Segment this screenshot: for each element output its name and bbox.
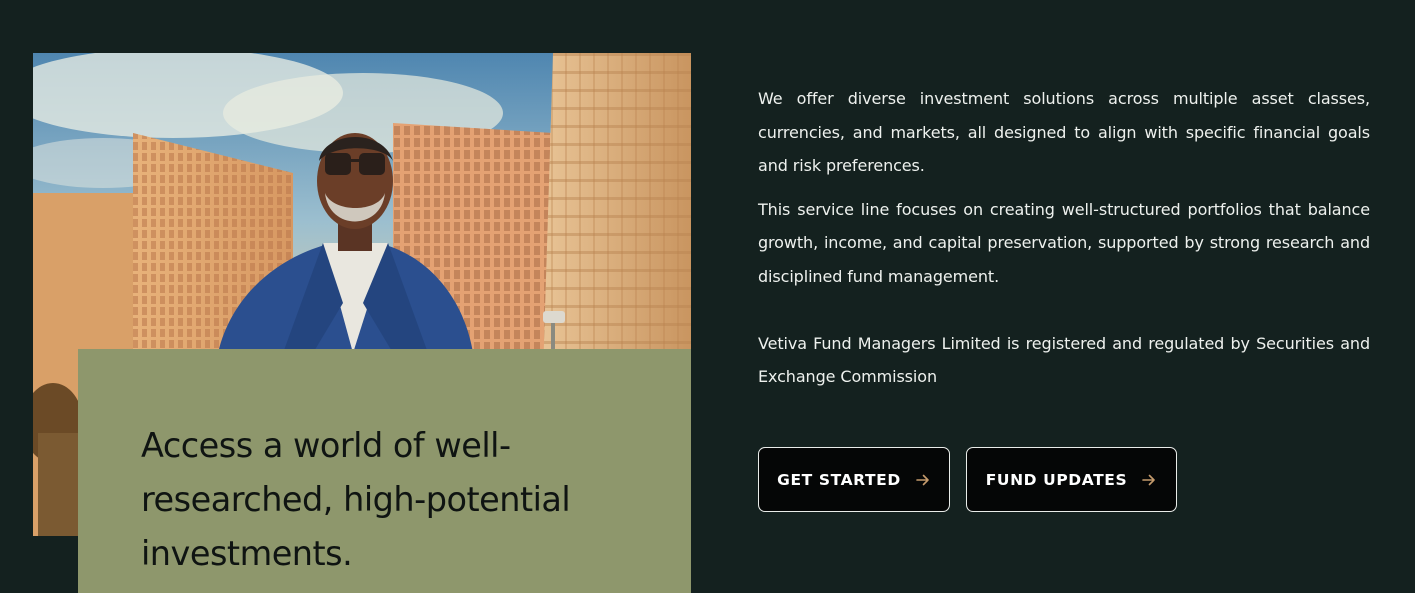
- intro-paragraph: We offer diverse investment solutions ac…: [758, 89, 1370, 176]
- arrow-right-icon: [916, 474, 929, 485]
- service-paragraph: This service line focuses on creating we…: [758, 199, 1370, 286]
- fund-updates-label: FUND UPDATES: [985, 470, 1128, 489]
- fund-updates-button[interactable]: FUND UPDATES: [966, 447, 1177, 512]
- regulation-paragraph: Vetiva Fund Managers Limited is register…: [758, 333, 1370, 387]
- card-heading: Access a world of well-researched, high-…: [141, 426, 571, 573]
- get-started-label: GET STARTED: [777, 470, 901, 489]
- arrow-right-icon: [1142, 474, 1156, 485]
- service-description: We offer diverse investment solutions ac…: [758, 82, 1370, 394]
- headline-card: Access a world of well-researched, high-…: [78, 349, 691, 593]
- get-started-button[interactable]: GET STARTED: [758, 447, 950, 512]
